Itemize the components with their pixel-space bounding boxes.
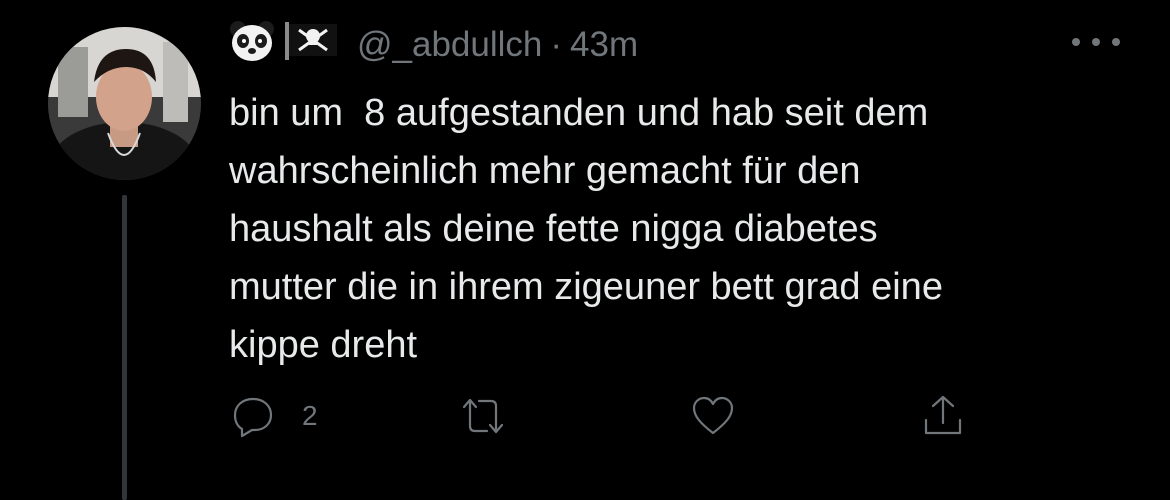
avatar[interactable] bbox=[48, 27, 201, 180]
pirate-flag-emoji-icon bbox=[283, 20, 339, 71]
share-icon bbox=[924, 395, 962, 435]
reply-button[interactable]: 2 bbox=[230, 393, 318, 439]
tweet-header: @_abdullch · 43m bbox=[229, 20, 1129, 70]
timestamp[interactable]: 43m bbox=[570, 25, 638, 65]
like-button[interactable] bbox=[690, 393, 736, 439]
share-button[interactable] bbox=[920, 393, 966, 439]
heart-icon bbox=[692, 396, 734, 435]
reply-count: 2 bbox=[302, 400, 318, 431]
tweet-text: bin um 8 aufgestanden und hab seit dem w… bbox=[229, 92, 943, 366]
separator-dot: · bbox=[550, 25, 563, 64]
reply-icon bbox=[233, 397, 273, 438]
tweet-actions: 2 bbox=[0, 393, 1170, 443]
retweet-icon bbox=[462, 398, 504, 434]
panda-emoji-icon bbox=[229, 20, 275, 71]
thread-line bbox=[122, 195, 127, 500]
more-options-icon[interactable] bbox=[1072, 29, 1120, 55]
retweet-button[interactable] bbox=[460, 393, 506, 439]
tweet[interactable]: @_abdullch · 43m bin um 8 aufgestanden u… bbox=[229, 20, 1129, 374]
avatar-image bbox=[48, 27, 201, 180]
user-handle[interactable]: @_abdullch bbox=[357, 25, 542, 65]
